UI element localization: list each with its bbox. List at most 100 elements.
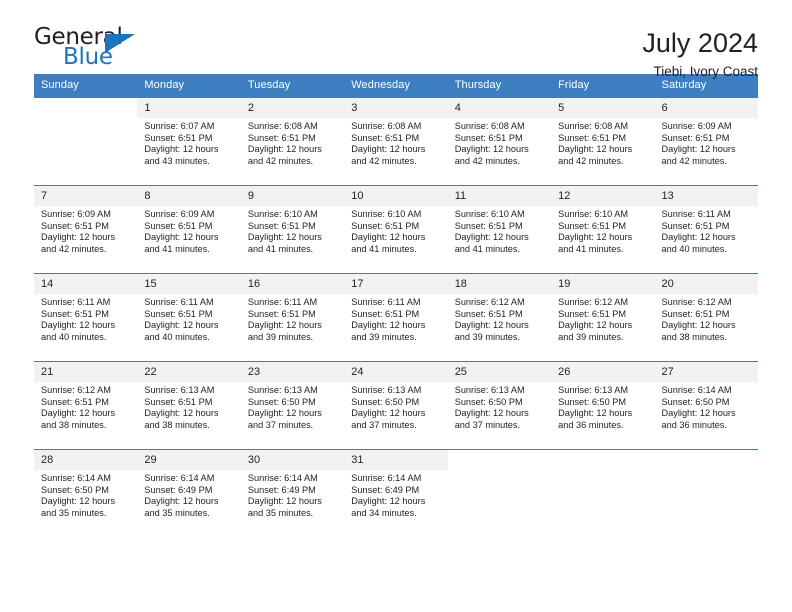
day-number-cell[interactable]: 29 [137, 449, 241, 470]
week-detail-row: Sunrise: 6:07 AM Sunset: 6:51 PM Daylight:… [34, 118, 758, 177]
daylight-text-line2: and 39 minutes. [247, 331, 314, 342]
day-number-cell[interactable]: 11 [447, 185, 552, 206]
daylight-text-line2: and 41 minutes. [454, 243, 521, 254]
day-number-cell[interactable]: 7 [34, 185, 138, 206]
day-number-cell[interactable]: 12 [551, 185, 655, 206]
day-detail-cell: Sunrise: 6:11 AM Sunset: 6:51 PM Daylight:… [137, 294, 241, 353]
day-number-cell[interactable]: 5 [551, 97, 655, 118]
day-detail-cell: Sunrise: 6:10 AM Sunset: 6:51 PM Daylight:… [551, 206, 655, 265]
day-detail-cell: Sunrise: 6:10 AM Sunset: 6:51 PM Daylight:… [344, 206, 448, 265]
week-daynumber-row: 21 22 23 24 25 26 27 [34, 361, 758, 382]
sunset-text: Sunset: 6:51 PM [247, 308, 316, 319]
sunset-text: Sunset: 6:50 PM [41, 484, 109, 495]
sunrise-text: Sunrise: 6:14 AM [144, 473, 215, 483]
week-detail-row: Sunrise: 6:12 AM Sunset: 6:51 PM Daylight:… [34, 382, 758, 441]
day-number-cell[interactable]: 9 [240, 185, 345, 206]
day-detail-cell: Sunrise: 6:08 AM Sunset: 6:51 PM Daylight:… [447, 118, 552, 177]
day-number-cell[interactable]: 2 [240, 97, 345, 118]
day-number-cell[interactable]: 26 [551, 361, 655, 382]
day-number-cell[interactable]: 18 [447, 273, 552, 294]
day-number-cell[interactable]: 17 [344, 273, 448, 294]
sunset-text: Sunset: 6:51 PM [351, 132, 420, 143]
daylight-text-line2: and 34 minutes. [351, 507, 417, 518]
daylight-text-line1: Daylight: 12 hours [41, 496, 116, 507]
day-detail-cell: Sunrise: 6:13 AM Sunset: 6:50 PM Daylight:… [551, 382, 655, 441]
day-number-cell[interactable]: 19 [551, 273, 655, 294]
sunset-text: Sunset: 6:51 PM [247, 132, 316, 143]
day-detail-cell: Sunrise: 6:13 AM Sunset: 6:50 PM Daylight:… [344, 382, 448, 441]
day-number-cell[interactable]: 1 [137, 97, 241, 118]
sunrise-text: Sunrise: 6:11 AM [247, 297, 318, 307]
day-number-cell[interactable]: 4 [447, 97, 552, 118]
day-number-cell[interactable]: 16 [240, 273, 345, 294]
sunrise-text: Sunrise: 6:08 AM [558, 121, 629, 131]
page-subtitle: Tiebi, Ivory Coast [653, 64, 758, 80]
day-detail-cell: Sunrise: 6:12 AM Sunset: 6:51 PM Daylight:… [654, 294, 758, 353]
daylight-text-line1: Daylight: 12 hours [144, 408, 219, 419]
sunrise-text: Sunrise: 6:13 AM [144, 385, 215, 395]
daylight-text-line1: Daylight: 12 hours [41, 408, 116, 419]
day-number-cell[interactable]: 6 [654, 97, 758, 118]
day-number-cell[interactable]: 10 [344, 185, 448, 206]
week-separator [34, 177, 758, 186]
week-separator-cell [34, 177, 758, 186]
week-separator [34, 265, 758, 274]
empty-day-cell [654, 449, 758, 470]
logo-text-blue: Blue [63, 44, 113, 70]
weekday-header-friday: Friday [551, 74, 655, 98]
day-number-cell[interactable]: 8 [137, 185, 241, 206]
day-number-cell[interactable]: 15 [137, 273, 241, 294]
day-number-cell[interactable]: 22 [137, 361, 241, 382]
day-number-cell[interactable]: 24 [344, 361, 448, 382]
empty-detail-cell [551, 470, 655, 529]
sunrise-text: Sunrise: 6:13 AM [558, 385, 629, 395]
sunrise-text: Sunrise: 6:10 AM [247, 209, 318, 219]
week-daynumber-row: 14 15 16 17 18 19 20 [34, 273, 758, 294]
sunset-text: Sunset: 6:51 PM [144, 396, 213, 407]
day-detail-cell: Sunrise: 6:13 AM Sunset: 6:50 PM Daylight:… [240, 382, 345, 441]
day-number-cell[interactable]: 20 [654, 273, 758, 294]
day-number-cell[interactable]: 23 [240, 361, 345, 382]
sunrise-text: Sunrise: 6:13 AM [247, 385, 318, 395]
empty-detail-cell [654, 470, 758, 529]
daylight-text-line2: and 42 minutes. [351, 155, 417, 166]
day-number-cell[interactable]: 30 [240, 449, 345, 470]
daylight-text-line2: and 42 minutes. [41, 243, 107, 254]
daylight-text-line2: and 38 minutes. [144, 419, 210, 430]
week-separator [34, 441, 758, 450]
daylight-text-line2: and 40 minutes. [661, 243, 727, 254]
daylight-text-line2: and 41 minutes. [558, 243, 624, 254]
daylight-text-line1: Daylight: 12 hours [661, 408, 736, 419]
day-detail-cell: Sunrise: 6:10 AM Sunset: 6:51 PM Daylight:… [447, 206, 552, 265]
sunrise-text: Sunrise: 6:13 AM [454, 385, 525, 395]
sunrise-text: Sunrise: 6:08 AM [351, 121, 422, 131]
sunset-text: Sunset: 6:51 PM [247, 220, 316, 231]
day-number-cell[interactable]: 28 [34, 449, 138, 470]
day-detail-cell: Sunrise: 6:12 AM Sunset: 6:51 PM Daylight:… [551, 294, 655, 353]
daylight-text-line1: Daylight: 12 hours [454, 144, 529, 155]
sunset-text: Sunset: 6:51 PM [41, 308, 109, 319]
day-number-cell[interactable]: 14 [34, 273, 138, 294]
sunrise-text: Sunrise: 6:14 AM [41, 473, 111, 483]
day-detail-cell: Sunrise: 6:09 AM Sunset: 6:51 PM Daylight:… [34, 206, 138, 265]
sunset-text: Sunset: 6:51 PM [351, 220, 420, 231]
day-number-cell[interactable]: 13 [654, 185, 758, 206]
daylight-text-line2: and 37 minutes. [454, 419, 521, 430]
day-number-cell[interactable]: 3 [344, 97, 448, 118]
daylight-text-line1: Daylight: 12 hours [661, 320, 736, 331]
day-detail-cell: Sunrise: 6:14 AM Sunset: 6:49 PM Daylight:… [137, 470, 241, 529]
day-number-cell[interactable]: 21 [34, 361, 138, 382]
daylight-text-line1: Daylight: 12 hours [144, 232, 219, 243]
daylight-text-line2: and 35 minutes. [144, 507, 210, 518]
daylight-text-line1: Daylight: 12 hours [351, 232, 426, 243]
sunset-text: Sunset: 6:50 PM [247, 396, 316, 407]
sunset-text: Sunset: 6:51 PM [41, 396, 109, 407]
title-block: July 2024 Tiebi, Ivory Coast [642, 26, 758, 80]
day-number-cell[interactable]: 31 [344, 449, 448, 470]
sunset-text: Sunset: 6:49 PM [144, 484, 213, 495]
sunrise-text: Sunrise: 6:10 AM [558, 209, 629, 219]
sunrise-text: Sunrise: 6:14 AM [351, 473, 422, 483]
sunrise-text: Sunrise: 6:10 AM [351, 209, 422, 219]
day-number-cell[interactable]: 27 [654, 361, 758, 382]
day-number-cell[interactable]: 25 [447, 361, 552, 382]
